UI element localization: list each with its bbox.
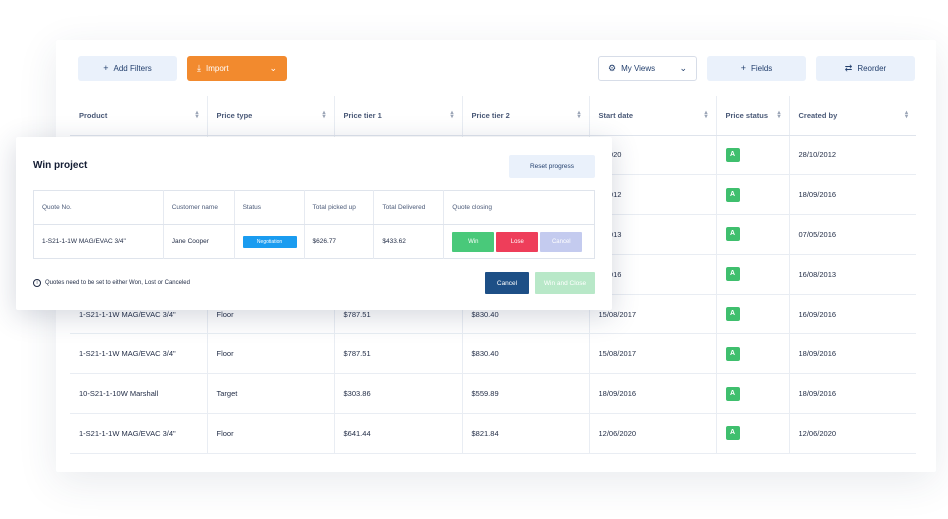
price-type-cell: Floor [206,333,334,375]
sort-icon: ▴ ▾ [195,110,199,120]
status-badge: Negotiation [242,235,297,248]
price-status-cell: A [715,174,789,216]
created-by-cell: 16/09/2016 [788,294,916,335]
fields-button[interactable]: + Fields [707,56,806,81]
quote-closing-cell: Win Lose Cancel [443,224,595,259]
created-by-cell: 18/09/2016 [788,333,916,375]
product-cell: 1-S21-1-1W MAG/EVAC 3/4" [70,413,207,454]
cancel-button[interactable]: Cancel [485,272,529,294]
created-by-cell: 07/05/2016 [788,214,916,255]
status-badge: A [725,426,740,441]
table-header-row: Product ▴ ▾ Price type ▴ ▾ Price tier 1 ▴ ▾ Pr… [70,96,916,136]
price-tier-1-cell: $303.86 [333,373,462,415]
price-status-cell: A [715,413,789,454]
column-header: Quote closing [443,190,595,225]
table-row[interactable]: 1-S21-1-1W MAG/EVAC 3/4" Floor $787.51 $830… [70,333,916,375]
price-tier-1-cell: $641.44 [333,413,462,454]
win-project-modal: Win project Reset progress Quote No. Cus… [16,137,612,310]
column-header[interactable]: Start date ▴ ▾ [588,96,716,136]
status-badge: A [725,307,740,322]
table-row[interactable]: 10-S21-1-10W Marshall Target $303.86 $559.8… [70,373,916,415]
column-header: Customer name [162,190,235,225]
created-by-cell: 18/09/2016 [788,174,916,216]
column-header[interactable]: Price tier 1 ▴ ▾ [333,96,462,136]
column-header[interactable]: Created by ▴ ▾ [788,96,916,136]
created-by-cell: 12/06/2020 [788,413,916,454]
created-by-cell: 16/08/2013 [788,254,916,295]
info-icon: i [33,279,41,287]
sort-icon: ▴ ▾ [704,110,708,120]
column-header[interactable]: Price tier 2 ▴ ▾ [461,96,589,136]
column-header[interactable]: Product ▴ ▾ [70,96,207,136]
plus-icon: + [103,63,109,73]
import-icon: ⤓ [197,63,201,73]
plus-icon: + [740,63,746,73]
gear-icon: ⚙ [608,63,617,73]
my-views-select[interactable]: ⚙ My Views ⌄ [598,56,697,81]
price-status-cell: A [715,294,789,335]
quotes-table: Quote No. Customer name Status Total pic… [33,190,595,259]
table-row[interactable]: 1-S21-1-1W MAG/EVAC 3/4" Floor $641.44 $821… [70,413,916,454]
lose-button[interactable]: Lose [496,231,539,252]
price-type-cell: Target [206,373,334,415]
customer-name: Jane Cooper [162,224,235,259]
reset-progress-button[interactable]: Reset progress [509,155,595,178]
modal-title: Win project [33,160,88,171]
created-by-cell: 28/10/2012 [788,135,916,176]
price-status-cell: A [715,254,789,295]
status-badge: A [725,147,740,162]
price-status-cell: A [715,373,789,415]
quote-row: 1-S21-1-1W MAG/EVAC 3/4" Jane Cooper Neg… [34,224,595,259]
quotes-header-row: Quote No. Customer name Status Total pic… [33,190,595,225]
column-header: Quote No. [33,190,164,225]
start-date-cell: 12/06/2020 [588,413,716,454]
chevron-down-icon: ⌄ [269,63,277,73]
column-header: Status [233,190,305,225]
validation-note: i Quotes need to be set to either Won, L… [33,279,190,287]
sort-icon: ▴ ▾ [777,110,781,120]
status-badge: A [725,386,740,401]
reorder-icon: ⇄ [844,63,853,73]
import-button[interactable]: ⤓ Import ⌄ [187,56,287,81]
product-cell: 10-S21-1-10W Marshall [70,373,207,415]
product-cell: 1-S21-1-1W MAG/EVAC 3/4" [70,333,207,375]
status-badge: A [725,346,740,361]
price-status-cell: A [715,135,789,176]
total-picked-up: $626.77 [303,224,374,259]
column-header[interactable]: Price type ▴ ▾ [206,96,334,136]
status-badge: A [725,227,740,242]
start-date-cell: 18/09/2016 [588,373,716,415]
price-tier-1-cell: $787.51 [333,333,462,375]
price-type-cell: Floor [206,413,334,454]
status-badge: A [725,187,740,202]
sort-icon: ▴ ▾ [450,110,454,120]
start-date-cell: 15/08/2017 [588,333,716,375]
price-tier-2-cell: $559.89 [461,373,589,415]
column-header: Total picked up [303,190,374,225]
price-status-cell: A [715,214,789,255]
status-badge: A [725,267,740,282]
quote-number: 1-S21-1-1W MAG/EVAC 3/4" [42,238,126,245]
total-delivered: $433.62 [373,224,444,259]
add-filters-button[interactable]: + Add Filters [78,56,177,81]
price-tier-2-cell: $821.84 [461,413,589,454]
cancel-quote-button[interactable]: Cancel [540,231,583,252]
sort-icon: ▴ ▾ [322,110,326,120]
reorder-button[interactable]: ⇄ Reorder [816,56,915,81]
price-tier-2-cell: $830.40 [461,333,589,375]
created-by-cell: 18/09/2016 [788,373,916,415]
sort-icon: ▴ ▾ [577,110,581,120]
sort-icon: ▴ ▾ [904,110,908,120]
column-header[interactable]: Price status ▴ ▾ [715,96,789,136]
chevron-down-icon: ⌄ [679,63,687,73]
price-status-cell: A [715,333,789,375]
column-header: Total Delivered [373,190,444,225]
win-button[interactable]: Win [452,231,495,252]
status-cell: Negotiation [233,224,305,259]
win-and-close-button[interactable]: Win and Close [535,272,595,294]
